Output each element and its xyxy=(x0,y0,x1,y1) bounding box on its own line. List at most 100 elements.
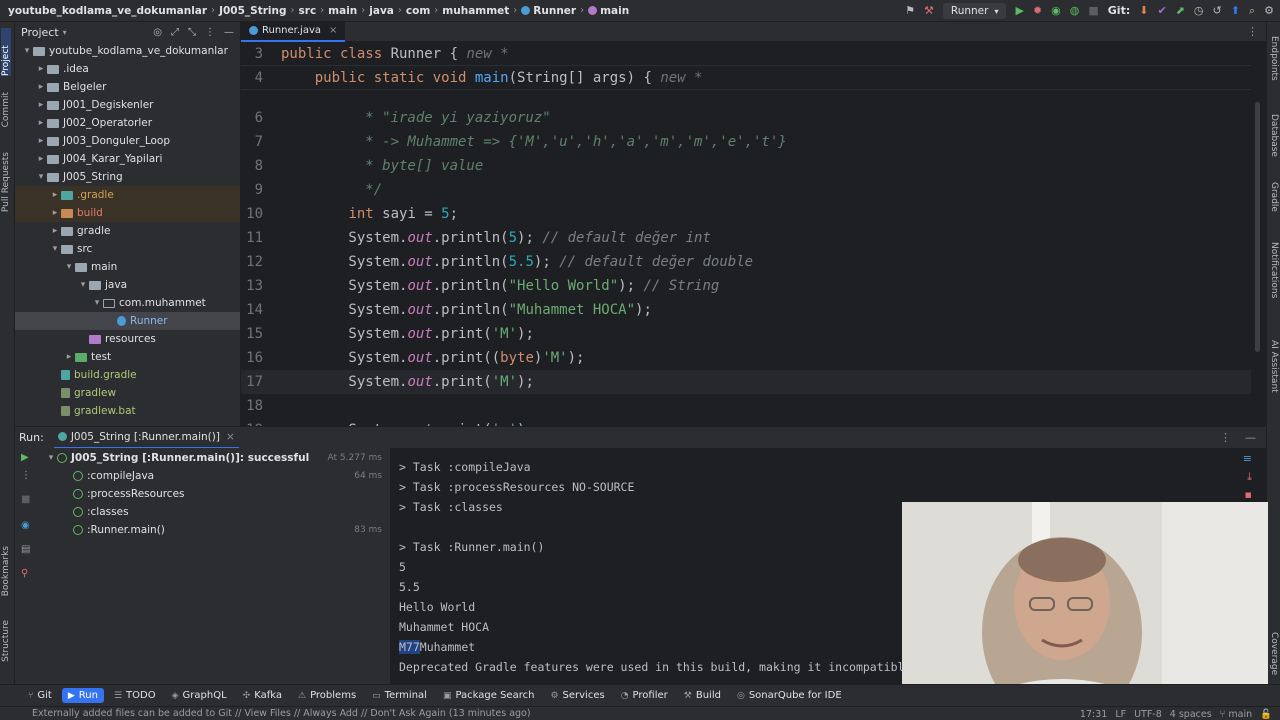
update-available-icon[interactable]: ⬆ xyxy=(1231,0,1240,22)
rollback-icon[interactable]: ↺ xyxy=(1213,0,1222,22)
code-line[interactable]: 18 xyxy=(241,394,1251,418)
line-number[interactable]: 15 xyxy=(241,326,263,342)
chevron-icon[interactable]: ▸ xyxy=(35,64,47,74)
scroll-to-end-icon[interactable]: ⤓ xyxy=(1247,470,1252,484)
project-tree-item[interactable]: resources xyxy=(15,330,240,348)
search-everywhere-icon[interactable]: ⌕ xyxy=(1249,0,1255,22)
project-panel-title[interactable]: Project xyxy=(21,26,59,39)
line-number[interactable]: 3 xyxy=(241,46,263,62)
line-number[interactable]: 4 xyxy=(241,70,263,86)
project-tree-item[interactable]: gradlew xyxy=(15,384,240,402)
stop-icon[interactable]: ■ xyxy=(21,494,30,505)
chevron-icon[interactable]: ▸ xyxy=(35,154,47,164)
code-editor[interactable]: Runner.java × ⋮ ⚠ 18 ⚠ 35 ⚠ 8 ▲ ▼ 6 * "i… xyxy=(241,22,1266,426)
bookmarks-stripe-button[interactable]: Bookmarks xyxy=(1,546,11,596)
breadcrumb-item[interactable]: main xyxy=(588,5,629,17)
file-encoding[interactable]: UTF-8 xyxy=(1134,709,1162,720)
chevron-icon[interactable]: ▾ xyxy=(21,46,33,56)
toolwindow-kafka[interactable]: ✣ Kafka xyxy=(237,688,288,703)
eye-icon[interactable]: ◉ xyxy=(21,520,30,531)
build-tree-item[interactable]: :processResources xyxy=(37,485,390,503)
project-tree-item[interactable]: ▸ J004_Karar_Yapilari xyxy=(15,150,240,168)
line-separator[interactable]: LF xyxy=(1115,709,1126,720)
vcs-icon[interactable]: ⚑ xyxy=(905,0,915,22)
code-line[interactable]: 10 int sayi = 5; xyxy=(241,202,1251,226)
line-number[interactable]: 17 xyxy=(241,374,263,390)
notifications-stripe-button[interactable]: Notifications xyxy=(1269,242,1279,298)
git-commit-icon[interactable]: ✔ xyxy=(1157,0,1166,22)
project-tree-item[interactable]: ▸ J003_Donguler_Loop xyxy=(15,132,240,150)
project-tree-item[interactable]: ▸ .idea xyxy=(15,60,240,78)
project-tree-item[interactable]: ▾ src xyxy=(15,240,240,258)
project-tree-item[interactable]: ▸ test xyxy=(15,348,240,366)
breadcrumb-item[interactable]: muhammet xyxy=(442,5,509,17)
hammer-icon[interactable]: ⚒ xyxy=(924,0,934,22)
rerun-icon[interactable]: ▶ xyxy=(21,452,29,463)
run-icon[interactable]: ▶ xyxy=(1015,0,1023,22)
line-number[interactable]: 13 xyxy=(241,278,263,294)
chevron-icon[interactable]: ▸ xyxy=(49,190,61,200)
breadcrumb-item[interactable]: youtube_kodlama_ve_dokumanlar xyxy=(8,5,207,17)
line-number[interactable]: 14 xyxy=(241,302,263,318)
code-line[interactable]: 11 System.out.println(5); // default değ… xyxy=(241,226,1251,250)
toolwindow-graphql[interactable]: ◈ GraphQL xyxy=(166,688,233,703)
more-icon[interactable]: ⋮ xyxy=(21,470,31,481)
breadcrumb-item[interactable]: main xyxy=(328,5,357,17)
chevron-icon[interactable]: ▾ xyxy=(35,172,47,182)
expand-all-icon[interactable]: ⤢ xyxy=(171,27,179,38)
endpoints-stripe-button[interactable]: Endpoints xyxy=(1269,36,1279,81)
profile-icon[interactable]: ◍ xyxy=(1070,0,1080,22)
toolwindow-package-search[interactable]: ▣ Package Search xyxy=(437,688,541,703)
code-line[interactable]: 16 System.out.print((byte)'M'); xyxy=(241,346,1251,370)
line-number[interactable]: 7 xyxy=(241,134,263,150)
toolwindow-sonarqube-for-ide[interactable]: ◎ SonarQube for IDE xyxy=(731,688,848,703)
close-icon[interactable]: × xyxy=(329,25,337,36)
collapse-all-icon[interactable]: ⤡ xyxy=(188,27,196,38)
chevron-icon[interactable]: ▸ xyxy=(35,136,47,146)
coverage-icon[interactable]: ◉ xyxy=(1051,0,1061,22)
toolwindow-terminal[interactable]: ▭ Terminal xyxy=(366,688,433,703)
toolwindow-run[interactable]: ▶ Run xyxy=(61,688,104,703)
chevron-down-icon[interactable]: ▾ xyxy=(63,28,67,37)
run-tab[interactable]: J005_String [:Runner.main()] × xyxy=(53,427,239,449)
toolwindow-problems[interactable]: ⚠ Problems xyxy=(292,688,362,703)
run-options-icon[interactable]: ⋮ xyxy=(1220,431,1231,444)
structure-stripe-button[interactable]: Structure xyxy=(1,620,11,662)
history-icon[interactable]: ◷ xyxy=(1194,0,1204,22)
options-icon[interactable]: ⋮ xyxy=(205,27,215,38)
clear-console-icon[interactable]: ▪ xyxy=(1245,488,1252,501)
run-configuration-selector[interactable]: Runner ▾ xyxy=(942,3,1007,19)
code-line[interactable]: 8 * byte[] value xyxy=(241,154,1251,178)
pull-requests-stripe-button[interactable]: Pull Requests xyxy=(1,152,11,212)
git-update-icon[interactable]: ⬇ xyxy=(1139,0,1148,22)
close-icon[interactable]: × xyxy=(226,431,235,443)
project-tree-item[interactable]: ▾ main xyxy=(15,258,240,276)
project-tree-item[interactable]: ▸ Belgeler xyxy=(15,78,240,96)
chevron-icon[interactable]: ▸ xyxy=(35,118,47,128)
project-tree-item[interactable]: build.gradle xyxy=(15,366,240,384)
breadcrumb-item[interactable]: com xyxy=(406,5,430,17)
lock-icon[interactable]: 🔓 xyxy=(1260,709,1272,720)
chevron-icon[interactable]: ▸ xyxy=(35,100,47,110)
tab-options-icon[interactable]: ⋮ xyxy=(1247,25,1258,38)
chevron-icon[interactable]: ▾ xyxy=(49,244,61,254)
toolwindow-git[interactable]: ⑂ Git xyxy=(22,688,58,703)
coverage-stripe-button[interactable]: Coverage xyxy=(1269,632,1279,675)
build-tree-item[interactable]: ▾ J005_String [:Runner.main()]: successfu… xyxy=(37,449,390,467)
code-line[interactable]: 4 public static void main(String[] args)… xyxy=(241,66,1251,90)
line-number[interactable]: 11 xyxy=(241,230,263,246)
chevron-icon[interactable]: ▾ xyxy=(63,262,75,272)
database-stripe-button[interactable]: Database xyxy=(1269,114,1279,157)
settings-icon[interactable]: ⚙ xyxy=(1264,0,1274,22)
status-message[interactable]: Externally added files can be added to G… xyxy=(32,708,531,719)
breadcrumb-item[interactable]: J005_String xyxy=(219,5,286,17)
chevron-icon[interactable]: ▾ xyxy=(77,280,89,290)
project-tree-item[interactable]: ▸ .gradle xyxy=(15,186,240,204)
code-line[interactable]: 17 System.out.print('M'); xyxy=(241,370,1251,394)
build-tree-item[interactable]: :classes xyxy=(37,503,390,521)
debug-icon[interactable]: ✹ xyxy=(1033,0,1042,22)
code-line[interactable]: 6 * "irade yi yaziyoruz" xyxy=(241,106,1251,130)
breadcrumb-item[interactable]: src xyxy=(299,5,317,17)
indent-setting[interactable]: 4 spaces xyxy=(1170,709,1212,720)
project-tree-item[interactable]: ▸ J002_Operatorler xyxy=(15,114,240,132)
